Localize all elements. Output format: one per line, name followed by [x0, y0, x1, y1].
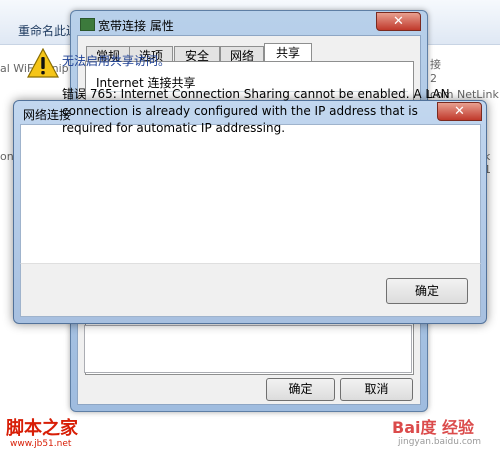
rename-connection-command[interactable]: 重命名此连: [18, 22, 78, 39]
baidu-jingyan-watermark-logo: Bai度 经验: [392, 418, 475, 437]
jb51-watermark-logo: 脚本之家: [6, 418, 78, 439]
background-adapter-status-2: 2: [430, 72, 437, 85]
baidu-jingyan-watermark-url: jingyan.baidu.com: [398, 437, 482, 447]
warning-icon: [27, 48, 59, 78]
properties-dialog-title: 宽带连接 属性: [98, 19, 174, 33]
background-adapter-name-2: on: [0, 150, 14, 163]
close-icon: ✕: [393, 14, 404, 29]
properties-ok-button[interactable]: 确定: [266, 378, 335, 401]
error-heading: 无法启用共享访问。: [62, 54, 171, 68]
properties-cancel-button[interactable]: 取消: [340, 378, 413, 401]
properties-close-button[interactable]: ✕: [376, 12, 421, 31]
jb51-watermark-url: www.jb51.net: [10, 439, 72, 449]
background-adapter-status-1: 接: [430, 58, 441, 71]
error-content-area: [20, 124, 481, 263]
error-message: 错误 765: Internet Connection Sharing cann…: [62, 87, 450, 135]
network-connection-icon: [80, 18, 95, 31]
home-network-listbox[interactable]: [84, 325, 412, 373]
error-ok-button[interactable]: 确定: [386, 278, 468, 304]
